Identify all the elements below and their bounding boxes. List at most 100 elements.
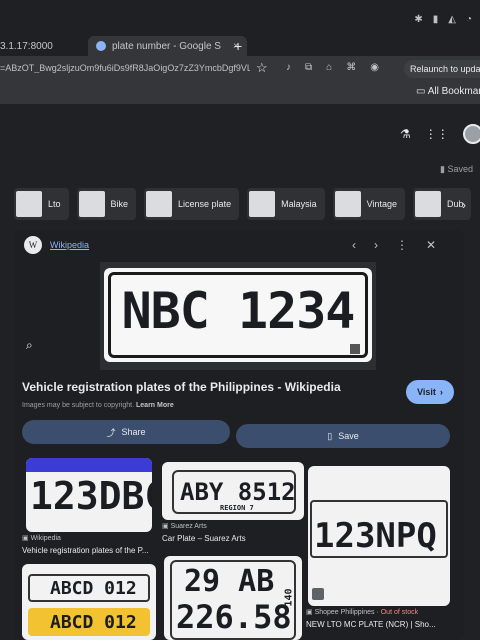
bluetooth-icon: ✱ <box>414 14 423 25</box>
shopee-favicon-icon: ▣ <box>306 609 315 616</box>
bookmark-icon: ▯ <box>327 430 333 441</box>
related-image-card[interactable]: 123DBC <box>26 458 152 532</box>
plate-number-text: ABCD 012 <box>50 578 137 599</box>
extension-icon[interactable]: ♪ <box>286 62 291 73</box>
card-caption[interactable]: Vehicle registration plates of the P... <box>22 546 149 555</box>
chip-thumbnail <box>146 191 173 217</box>
chip-label: Lto <box>48 199 61 209</box>
chip-license-plate[interactable]: License plate <box>144 188 240 220</box>
chip-malaysia[interactable]: Malaysia <box>247 188 325 220</box>
plate-header-stripe <box>26 458 152 472</box>
card-source-label: Shopee Philippines <box>314 609 375 616</box>
visit-button[interactable]: Visit › <box>406 380 454 404</box>
chip-label: Malaysia <box>281 199 317 209</box>
related-image-card[interactable]: ABCD 012 ABCD 012 <box>22 564 156 640</box>
new-tab-button[interactable]: + <box>234 38 242 54</box>
chip-vintage[interactable]: Vintage <box>332 188 405 220</box>
plate-number-text: 123NPQ <box>314 516 437 556</box>
folder-icon: ▭ <box>416 86 426 97</box>
tab-localhost[interactable]: 3.1.17:8000 × <box>0 36 95 56</box>
extension-icon[interactable]: ⌘ <box>346 62 356 73</box>
chip-lto[interactable]: Lto <box>14 188 69 220</box>
chip-thumbnail <box>78 191 105 217</box>
saved-link[interactable]: ▮ Saved <box>440 164 473 175</box>
tab-google-search[interactable]: plate number - Google S × <box>88 36 247 56</box>
chip-label: License plate <box>178 199 232 209</box>
window-status-icons: ✱ ▮ ◭ ◔ <box>414 14 472 25</box>
share-label: Share <box>121 427 146 437</box>
share-button[interactable]: ⤴ Share <box>22 420 230 444</box>
tab-label: plate number - Google S <box>112 40 221 52</box>
profile-icon[interactable]: ◉ <box>370 62 379 73</box>
google-favicon-icon <box>96 41 106 51</box>
wikipedia-logo: W <box>24 236 42 254</box>
panel-controls: ‹ › ⋮ ✕ <box>352 238 436 252</box>
chip-thumbnail <box>414 191 441 217</box>
all-bookmarks-label: All Bookmar <box>427 86 480 97</box>
chip-bike[interactable]: Bike <box>76 188 137 220</box>
related-image-card[interactable]: ABY 8512 REGION 7 <box>162 462 304 520</box>
copyright-text: Images may be subject to copyright. <box>22 402 135 409</box>
saved-label: Saved <box>447 164 473 174</box>
card-source-label: Suarez Arts <box>170 523 207 530</box>
wifi-icon: ◔ <box>465 14 472 25</box>
lens-search-icon[interactable]: ⌕ <box>26 338 33 353</box>
chip-thumbnail <box>249 191 276 217</box>
related-image-card[interactable]: 123NPQ <box>308 466 450 606</box>
card-source-label: Wikipedia <box>30 535 61 542</box>
extension-icon[interactable]: ⌂ <box>326 62 332 73</box>
save-button[interactable]: ▯ Save <box>236 424 450 448</box>
plate-region-text: REGION 7 <box>220 504 254 512</box>
result-title[interactable]: Vehicle registration plates of the Phili… <box>22 380 341 394</box>
relaunch-button[interactable]: Relaunch to update <box>404 60 480 78</box>
tab-strip: 3.1.17:8000 × plate number - Google S × … <box>0 0 480 56</box>
visit-label: Visit <box>417 387 436 397</box>
chevron-right-icon[interactable]: › <box>374 238 378 252</box>
more-vert-icon[interactable]: ⋮ <box>396 238 408 252</box>
wikipedia-favicon-icon: ▣ <box>22 535 31 542</box>
plate-number-text: 123DBC <box>30 474 152 518</box>
related-image-card[interactable]: 29 AB 226.58 140 <box>164 556 302 640</box>
chip-thumbnail <box>334 191 361 217</box>
plate-side-number: 140 <box>283 588 295 607</box>
card-source: ▣ Shopee Philippines · Out of stock <box>306 609 419 616</box>
url-field[interactable]: =ABzOT_Bwg2sljzuOm9fu6iDs9fR8JaOigOz7zZ3… <box>0 63 250 73</box>
chip-label: Vintage <box>366 199 397 209</box>
card-caption[interactable]: NEW LTO MC PLATE (NCR) | Sho... <box>306 620 436 629</box>
qr-code-icon <box>350 344 360 354</box>
source-link[interactable]: Wikipedia <box>50 240 89 250</box>
tab-label: 3.1.17:8000 <box>0 40 53 52</box>
site-favicon-icon: ▣ <box>162 523 171 530</box>
extension-icons: ♪ ⧉ ⌂ ⌘ ◉ <box>286 62 379 73</box>
network-icon: ◭ <box>448 14 456 25</box>
plate-number-text: ABY 8512 <box>180 478 296 506</box>
related-search-chips: Lto Bike License plate Malaysia Vintage … <box>0 188 480 224</box>
plate-number-text: 226.58 <box>176 598 292 636</box>
all-bookmarks-button[interactable]: ▭ All Bookmar <box>416 86 480 97</box>
bookmark-star-icon[interactable]: ☆ <box>256 60 268 76</box>
bookmarks-bar <box>0 84 480 104</box>
plate-number-text: 29 AB <box>184 564 275 599</box>
card-caption[interactable]: Car Plate – Suarez Arts <box>162 534 246 543</box>
copyright-notice: Images may be subject to copyright. Lear… <box>22 402 174 409</box>
plate-number-text: NBC 1234 <box>121 282 356 340</box>
extension-icon[interactable]: ⧉ <box>305 62 312 73</box>
chip-label: Dub <box>446 199 464 209</box>
stock-status: Out of stock <box>380 609 419 616</box>
google-header-icons: ⚗ ⋮⋮ <box>400 124 480 144</box>
chevron-left-icon[interactable]: ‹ <box>352 238 356 252</box>
save-label: Save <box>338 431 359 441</box>
apps-grid-icon[interactable]: ⋮⋮ <box>425 127 449 141</box>
learn-more-link[interactable]: Learn More <box>136 402 174 409</box>
product-tag-icon <box>312 588 324 600</box>
share-icon: ⤴ <box>106 427 116 438</box>
card-source: ▣ Wikipedia <box>22 534 61 542</box>
close-icon[interactable]: ✕ <box>426 238 436 252</box>
avatar[interactable] <box>462 124 480 144</box>
chip-label: Bike <box>110 199 129 209</box>
labs-flask-icon[interactable]: ⚗ <box>400 127 411 141</box>
chip-thumbnail <box>16 191 42 217</box>
plate-number-text: ABCD 012 <box>50 612 137 633</box>
card-source: ▣ Suarez Arts <box>162 522 207 530</box>
chevron-right-icon[interactable]: › <box>462 198 466 212</box>
